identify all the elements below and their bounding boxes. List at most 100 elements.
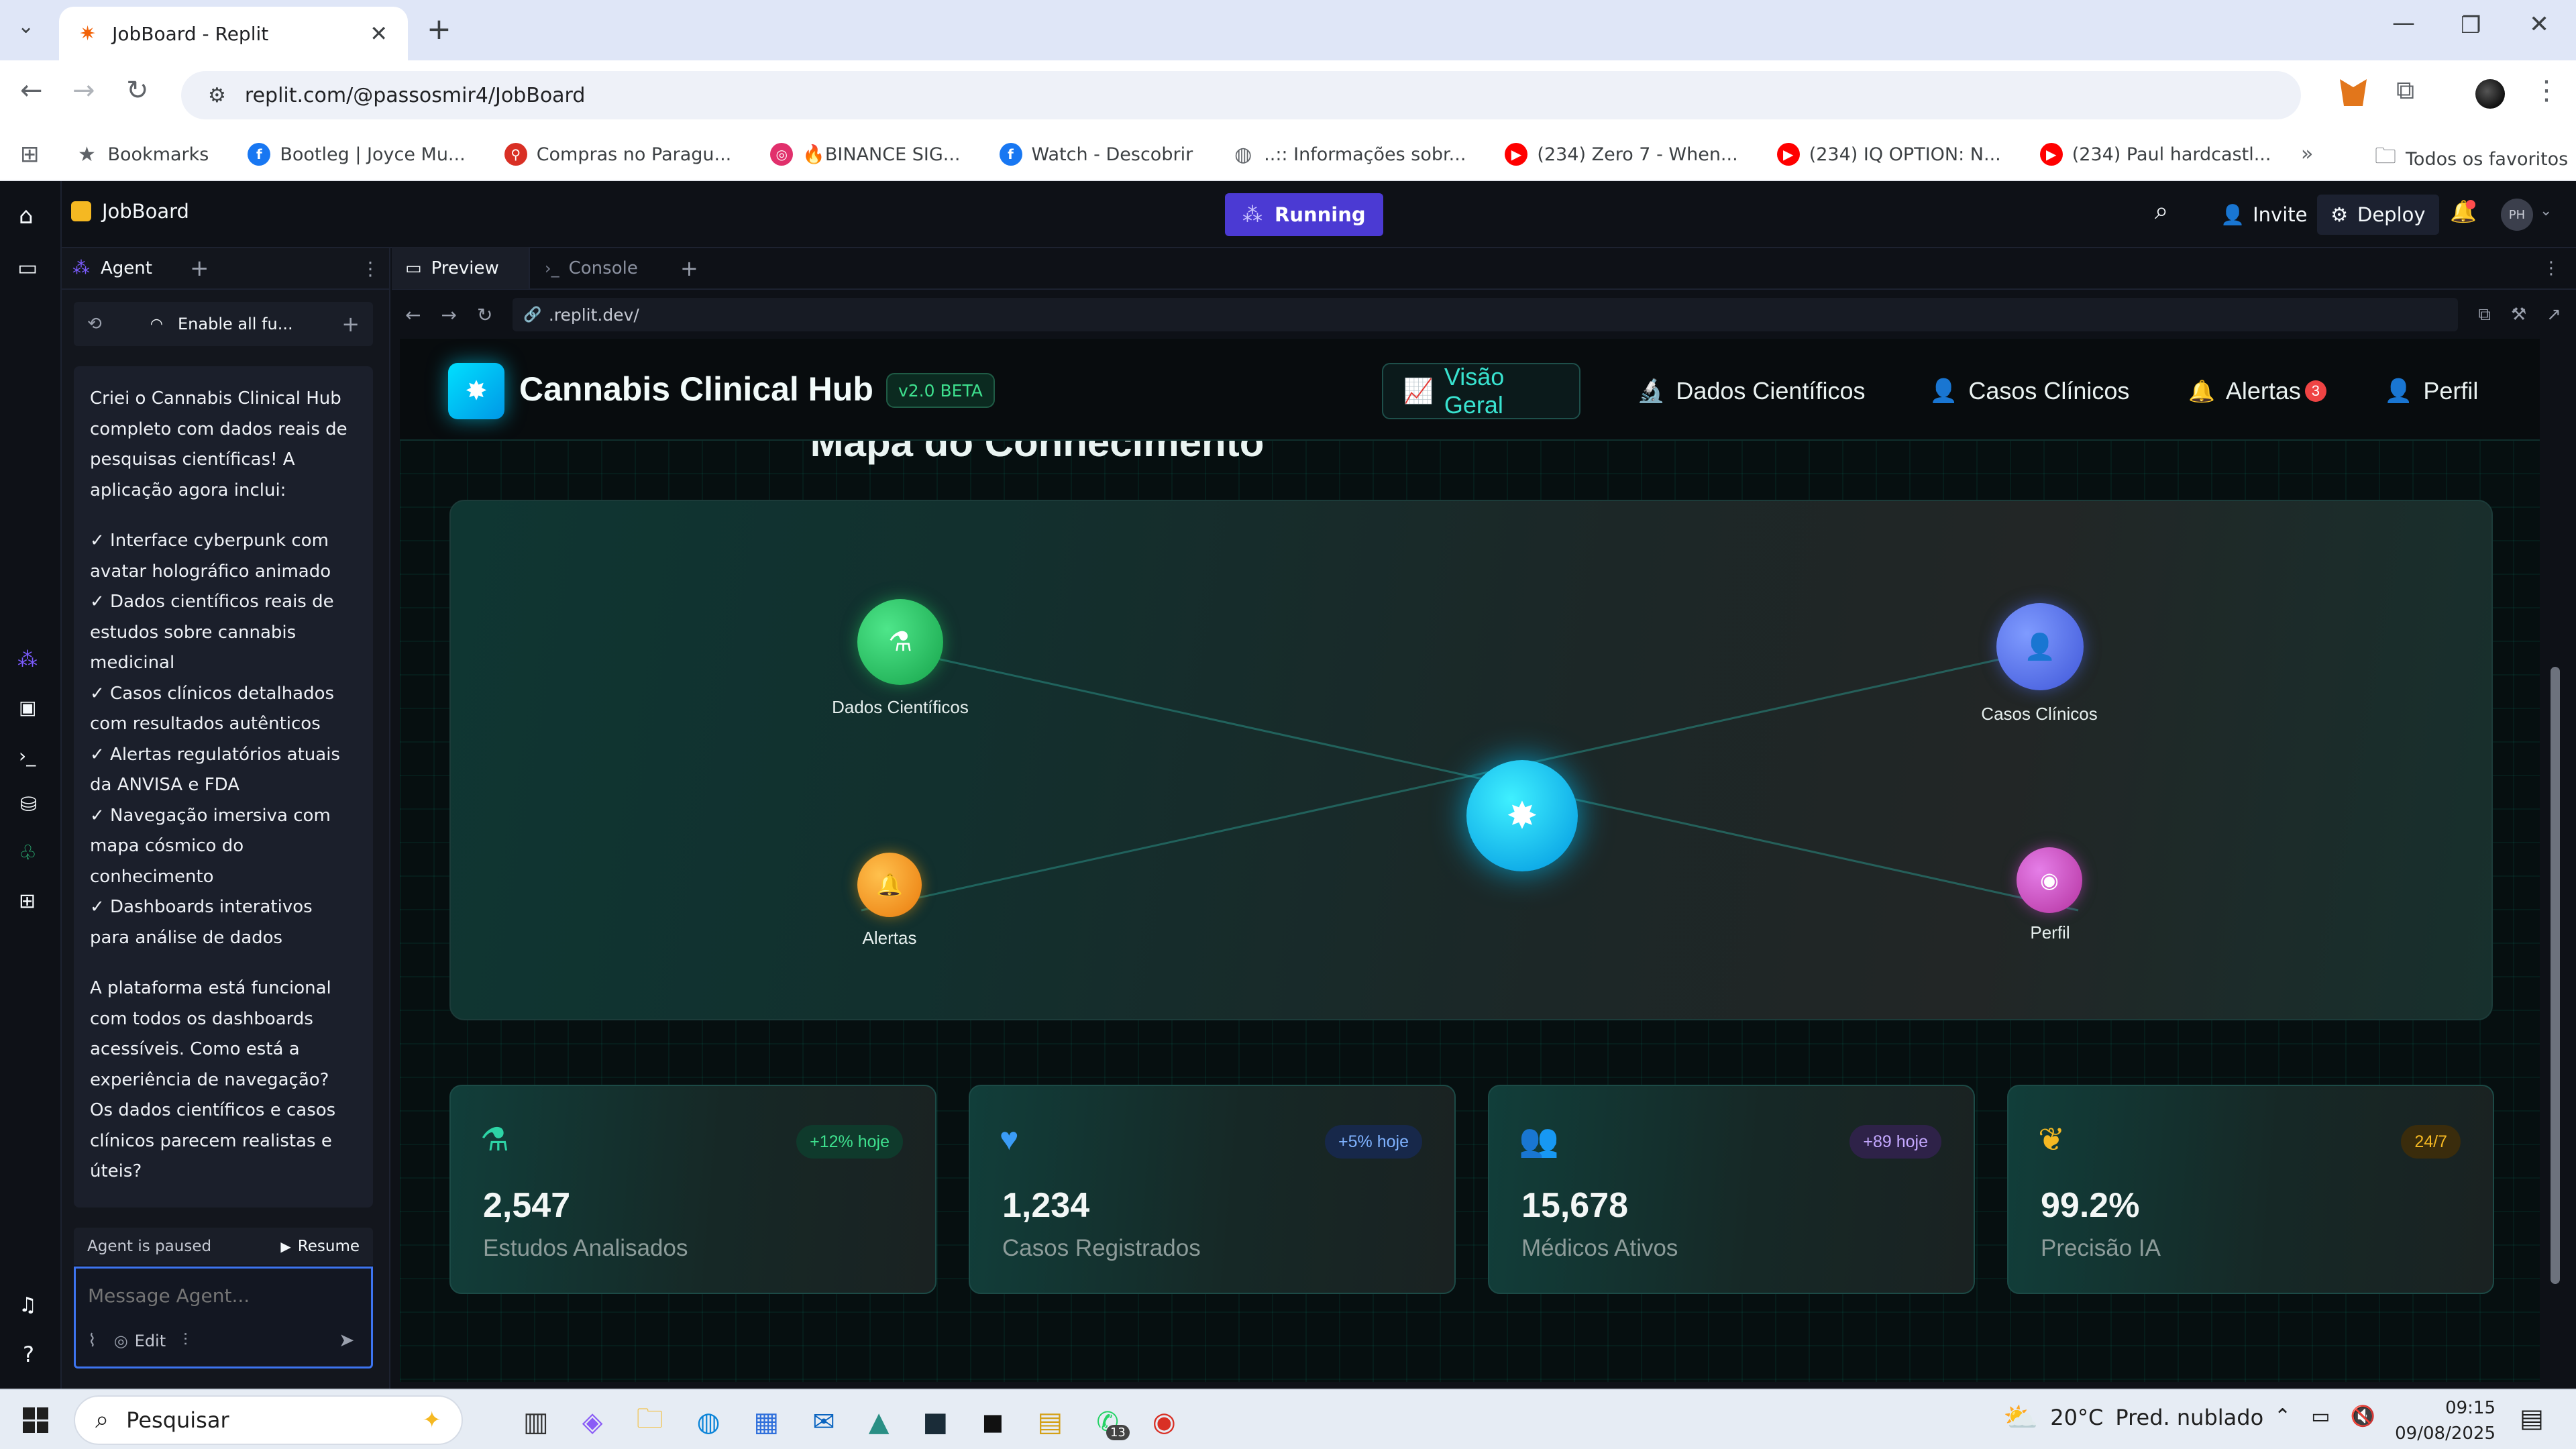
profile-avatar[interactable] [2475,79,2505,109]
stat-card-precisao[interactable]: ❦ 24/7 99.2% Precisão IA [2007,1085,2494,1294]
new-tab-icon[interactable]: + [427,12,451,46]
tab-console[interactable]: ›_ Console [530,248,668,289]
browser-tab-active[interactable]: ✷ JobBoard - Replit ✕ [59,7,408,60]
app-logo-icon[interactable]: ✸ [448,363,504,419]
weather-widget[interactable]: ⛅ 20°C Pred. nublado [2003,1401,2263,1434]
nav-casos-clinicos[interactable]: 👤 Casos Clínicos [1909,363,2149,419]
history-icon[interactable]: ⟲ [87,314,102,334]
nav-dados-cientificos[interactable]: 🔬 Dados Científicos [1617,363,1885,419]
bookkeeping-icon[interactable]: ▤ [1038,1407,1063,1438]
tray-chevron-icon[interactable]: ⌃ [2274,1405,2291,1428]
bookmark-item[interactable]: f Watch - Descobrir [999,143,1193,166]
whatsapp-icon[interactable]: ✆ 13 [1096,1407,1130,1440]
stat-card-casos[interactable]: ♥ +5% hoje 1,234 Casos Registrados [969,1085,1456,1294]
settings-sliders-icon[interactable]: ⫶ [183,1330,188,1351]
all-bookmarks-folder[interactable]: 🗀 Todos os favoritos [2375,141,2568,177]
nav-alertas[interactable]: 🔔 Alertas 3 [2168,363,2347,419]
nav-perfil[interactable]: 👤 Perfil [2364,363,2498,419]
file-explorer-icon[interactable]: 🗀 [637,1399,663,1445]
task-view-icon[interactable]: ▥ [523,1407,549,1438]
preview-scrollbar[interactable] [2545,345,2564,1385]
devtools-icon[interactable]: ⚒ [2511,305,2526,325]
preview-url-field[interactable]: 🔗 .replit.dev/ [513,298,2459,331]
central-hub-node[interactable]: ✸ [1466,760,1578,871]
shell-rail-icon[interactable]: ›_ [19,745,36,767]
open-new-window-icon[interactable]: ↗ [2546,305,2561,325]
deploy-button[interactable]: ⚙ Deploy [2317,195,2439,235]
stat-card-estudos[interactable]: ⚗ +12% hoje 2,547 Estudos Analisados [449,1085,936,1294]
invite-button[interactable]: 👤 Invite [2208,195,2319,235]
notifications-rail-icon[interactable]: ♫ [19,1293,37,1317]
bookmark-item[interactable]: ▶ (234) Paul hardcastl... [2039,143,2271,166]
preview-menu-icon[interactable]: ⋮ [2542,258,2560,278]
preview-reload-icon[interactable]: ↻ [477,304,492,326]
devices-icon[interactable]: ⧉ [2478,305,2491,325]
tab-search-chevron-icon[interactable]: ⌄ [17,15,34,38]
tab-preview[interactable]: ▭ Preview [392,248,530,289]
site-info-icon[interactable]: ⚙ [208,84,226,107]
metamask-extension-icon[interactable] [2340,79,2367,106]
chrome-menu-icon[interactable]: ⋮ [2533,75,2560,106]
nav-visao-geral[interactable]: 📈 Visão Geral [1382,363,1580,419]
close-window-icon[interactable]: ✕ [2529,11,2549,38]
bookmark-item[interactable]: f Bootleg | Joyce Mu... [248,143,466,166]
volume-mute-icon[interactable]: 🔇 [2351,1405,2375,1428]
copilot-icon[interactable]: ◈ [582,1407,603,1438]
new-chat-icon[interactable]: + [341,311,360,337]
edit-button[interactable]: ◎ Edit [114,1332,166,1350]
node-perfil[interactable]: ◉ [2017,847,2082,913]
attach-icon[interactable]: ⌇ [88,1331,97,1351]
database-icon[interactable]: ⛁ [20,793,37,816]
restore-icon[interactable]: ❐ [2461,12,2481,39]
app-title[interactable]: Cannabis Clinical Hub [519,370,873,409]
preview-new-tab-icon[interactable]: + [680,256,698,281]
preview-rail-icon[interactable]: ▣ [19,696,36,718]
bookmark-item[interactable]: ◎ 🔥BINANCE SIG... [770,143,961,166]
send-icon[interactable]: ➤ [339,1329,354,1351]
bookmark-item[interactable]: ▶ (234) Zero 7 - When... [1505,143,1738,166]
search-icon[interactable]: ⌕ [2155,197,2168,225]
avatar-chevron-icon[interactable]: ⌄ [2540,203,2552,219]
node-alertas[interactable]: 🔔 [857,853,922,917]
chrome-icon[interactable]: ◉ [1152,1407,1176,1438]
project-name[interactable]: JobBoard [71,200,189,223]
bookmark-item[interactable]: ◍ ..:: Informações sobr... [1232,143,1466,166]
agent-tab-menu-icon[interactable]: ⋮ [361,258,380,280]
agent-new-tab-icon[interactable]: + [190,255,209,282]
store-icon[interactable]: ▦ [753,1407,779,1438]
message-agent-input[interactable] [88,1279,356,1311]
minimize-icon[interactable]: — [2392,9,2415,36]
bookmark-item[interactable]: ▶ (234) IQ OPTION: N... [1776,143,2001,166]
node-dados-cientificos[interactable]: ⚗ [857,599,943,685]
bookmark-item[interactable]: ★ Bookmarks [76,143,209,166]
stat-card-medicos[interactable]: 👥 +89 hoje 15,678 Médicos Ativos [1488,1085,1975,1294]
user-avatar[interactable]: PH [2501,199,2533,231]
node-casos-clinicos[interactable]: 👤 [1996,603,2084,690]
edge-icon[interactable]: ◍ [697,1407,720,1438]
preview-back-icon[interactable]: ← [405,304,421,326]
notification-center-icon[interactable]: ▤ [2520,1403,2544,1433]
taskbar-search[interactable]: ⌕ Pesquisar ✦ [74,1395,463,1445]
reload-icon[interactable]: ↻ [126,75,149,106]
capcut-icon[interactable]: ◼ [981,1407,1004,1438]
agent-tab-label[interactable]: Agent [101,258,152,278]
tab-close-icon[interactable]: ✕ [370,21,388,46]
windows-start-icon[interactable] [23,1407,48,1433]
app-triangle-icon[interactable]: ▲ [869,1407,890,1438]
extensions-icon[interactable]: ⧉ [2396,75,2414,105]
back-icon[interactable]: ← [20,75,43,106]
network-icon[interactable]: ▭ [2311,1405,2330,1428]
agent-rail-icon[interactable]: ⁂ [17,648,38,672]
home-icon[interactable]: ⌂ [19,203,34,229]
preview-forward-icon[interactable]: → [441,304,456,326]
run-status-button[interactable]: ⁂ Running [1225,193,1383,236]
deployments-rail-icon[interactable]: ♧ [19,841,37,865]
url-bar[interactable]: ⚙ replit.com/@passosmir4/JobBoard [181,71,2301,119]
help-icon[interactable]: ? [23,1342,34,1367]
stake-icon[interactable]: ■ [923,1407,949,1438]
resume-button[interactable]: ▶ Resume [280,1238,360,1255]
files-icon[interactable]: ▭ [17,255,38,280]
bookmark-item[interactable]: ⚲ Compras no Paragu... [504,143,731,166]
clock[interactable]: 09:15 09/08/2025 [2388,1395,2496,1446]
enable-features-button[interactable]: Enable all fu... [178,315,293,333]
